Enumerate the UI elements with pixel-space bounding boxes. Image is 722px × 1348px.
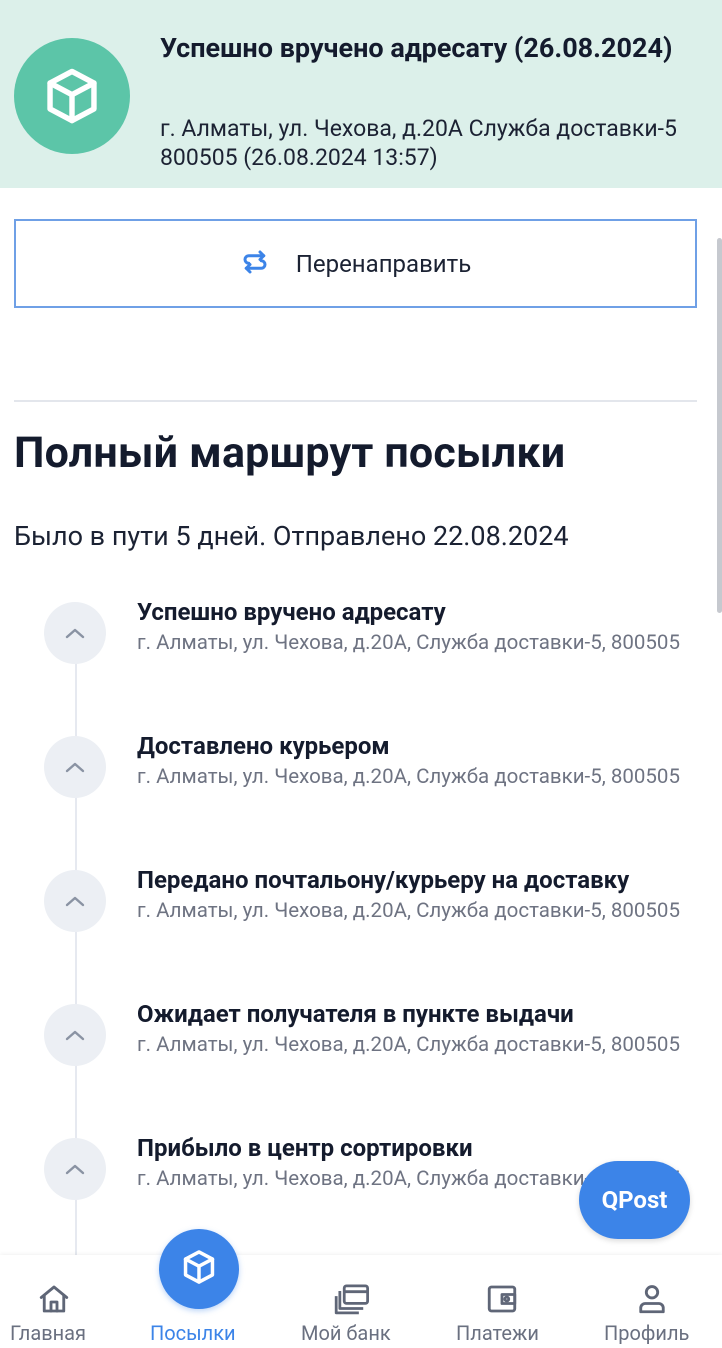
tab-profile-label: Профиль: [604, 1321, 690, 1345]
timeline-item-address: г. Алматы, ул. Чехова, д.20А, Служба дос…: [137, 765, 680, 789]
timeline-item: Доставлено курьером г. Алматы, ул. Чехов…: [0, 732, 722, 832]
timeline-item-address: г. Алматы, ул. Чехова, д.20А, Служба дос…: [137, 631, 680, 655]
timeline-item-title: Успешно вручено адресату: [137, 598, 446, 626]
scrollbar[interactable]: [717, 238, 722, 613]
tab-payments[interactable]: Платежи: [450, 1255, 558, 1348]
tab-my-bank[interactable]: Мой банк: [295, 1255, 413, 1348]
chevron-up-icon[interactable]: [44, 1138, 106, 1200]
tab-my-bank-label: Мой банк: [301, 1321, 391, 1345]
redirect-arrows-icon: [240, 247, 270, 281]
redirect-button[interactable]: Перенаправить: [14, 219, 697, 308]
timeline-item-address: г. Алматы, ул. Чехова, д.20А, Служба дос…: [137, 1033, 680, 1057]
home-icon: [34, 1279, 74, 1319]
tab-payments-label: Платежи: [456, 1321, 539, 1345]
route-title: Полный маршрут посылки: [14, 428, 566, 478]
qpost-button[interactable]: QPost: [579, 1161, 690, 1239]
chevron-up-icon[interactable]: [44, 1004, 106, 1066]
timeline-item-title: Доставлено курьером: [137, 732, 390, 760]
parcel-box-icon: [180, 1248, 218, 1290]
tab-parcels-label: Посылки: [150, 1321, 236, 1345]
wallet-icon: [482, 1279, 522, 1319]
bank-cards-icon: [333, 1279, 373, 1319]
bottom-tab-bar: Главная Посылки Мой банк Платежи Профиль: [0, 1255, 722, 1348]
chevron-up-icon[interactable]: [44, 602, 106, 664]
redirect-button-label: Перенаправить: [295, 249, 472, 278]
timeline-item: Передано почтальону/курьеру на доставку …: [0, 866, 722, 966]
timeline-item-title: Прибыло в центр сортировки: [137, 1134, 473, 1162]
status-address: г. Алматы, ул. Чехова, д.20А Служба дост…: [160, 115, 677, 171]
route-subtitle: Было в пути 5 дней. Отправлено 22.08.202…: [14, 520, 569, 552]
parcel-box-icon: [14, 38, 130, 154]
profile-icon: [632, 1279, 672, 1319]
tab-home-label: Главная: [10, 1321, 87, 1345]
chevron-up-icon[interactable]: [44, 870, 106, 932]
timeline-item-title: Передано почтальону/курьеру на доставку: [137, 866, 630, 894]
tab-home[interactable]: Главная: [0, 1255, 108, 1348]
timeline-item-address: г. Алматы, ул. Чехова, д.20А, Служба дос…: [137, 899, 680, 923]
timeline-item-title: Ожидает получателя в пункте выдачи: [137, 1000, 574, 1028]
timeline-item: Ожидает получателя в пункте выдачи г. Ал…: [0, 1000, 722, 1100]
section-divider: [14, 400, 697, 402]
status-card: Успешно вручено адресату (26.08.2024) г.…: [0, 0, 722, 188]
status-title: Успешно вручено адресату (26.08.2024): [160, 32, 673, 64]
tab-profile[interactable]: Профиль: [600, 1255, 704, 1348]
tab-parcels-fab[interactable]: [159, 1229, 239, 1309]
timeline-item: Успешно вручено адресату г. Алматы, ул. …: [0, 598, 722, 698]
chevron-up-icon[interactable]: [44, 736, 106, 798]
